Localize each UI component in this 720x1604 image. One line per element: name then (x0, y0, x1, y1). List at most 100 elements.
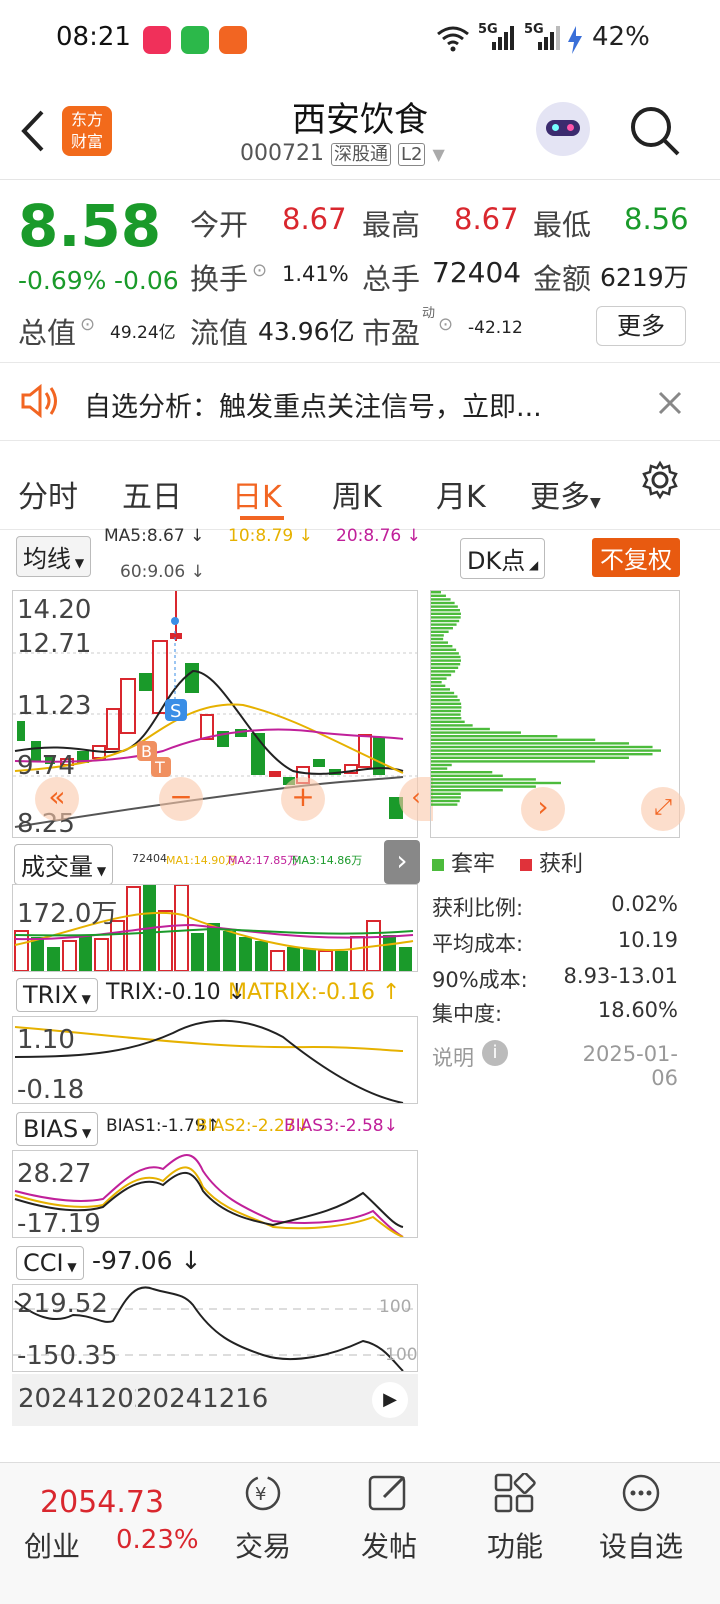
chip-bar (431, 663, 461, 666)
tab-weekly-k[interactable]: 周K (332, 472, 382, 516)
status-bar: 08:21 5G 5G 42% (0, 0, 720, 80)
tab-more-label: 更多 (530, 480, 590, 515)
explain-label[interactable]: 说明 (432, 1042, 474, 1072)
tab-daily-k[interactable]: 日K (232, 472, 282, 516)
index-name[interactable]: 创业 (24, 1525, 80, 1565)
charging-icon (568, 26, 582, 54)
chip-bar (431, 666, 459, 669)
trix-value: TRIX:-0.10 ↓ (106, 980, 247, 1005)
dropdown-arrow-icon: ▼ (590, 495, 601, 511)
bias-indicator-select[interactable]: BIAS ▼ (16, 1112, 99, 1146)
stock-code-line[interactable]: 000721 深股通 L2 ▼ (240, 140, 445, 166)
chip-legend: 套牢 获利 (432, 846, 583, 878)
level-badge: L2 (397, 143, 426, 166)
robot-assistant-avatar[interactable] (536, 102, 590, 156)
chip-bar (431, 681, 442, 684)
chip-bar (431, 655, 461, 659)
stock-code: 000721 (240, 141, 324, 166)
play-icon[interactable]: ▶ (372, 1382, 408, 1418)
watchlist-settings-button[interactable]: 设自选 (586, 1473, 696, 1565)
tab-five-day[interactable]: 五日 (122, 472, 182, 516)
notice-bar[interactable]: 自选分析：触发重点关注信号，立即... (0, 363, 720, 441)
ma60-text: 60:9.06 (120, 562, 186, 582)
search-icon[interactable] (628, 104, 682, 158)
volume-bar (399, 947, 412, 971)
market-cap-info-icon[interactable]: ⊙ (80, 314, 95, 335)
pe-info-icon[interactable]: ⊙ (438, 314, 453, 335)
battery-level: 42% (592, 22, 650, 52)
date-label-2: 20241216 (136, 1384, 269, 1414)
low-label: 最低 (533, 208, 592, 242)
chip-bar (431, 803, 458, 806)
yen-cycle-icon: ¥ (245, 1475, 281, 1511)
volume-value: 72404 (432, 256, 522, 289)
more-quote-button[interactable]: 更多 (596, 306, 686, 346)
post-button[interactable]: 发帖 (334, 1473, 444, 1565)
chip-bar (431, 745, 653, 749)
cci-chart[interactable]: 219.52 -150.35 100 -100 (12, 1284, 418, 1372)
cci-value: -97.06 ↓ (92, 1246, 202, 1275)
trade-button[interactable]: ¥ 交易 (208, 1473, 318, 1565)
cci-indicator-select[interactable]: CCI ▼ (16, 1246, 84, 1280)
close-icon[interactable] (656, 389, 684, 417)
scroll-right-button[interactable]: › (521, 787, 565, 831)
avg-cost-label: 平均成本: (432, 932, 524, 956)
scroll-left-fast-button[interactable]: « (35, 777, 79, 821)
bias-chart[interactable]: 28.27 -17.19 (12, 1150, 418, 1239)
bias1-text: BIAS1:-1.79 (106, 1116, 206, 1136)
chip-bar (431, 742, 630, 745)
turnover-label: 换手 (190, 262, 249, 296)
trapped-label: 套牢 (451, 852, 496, 877)
low-value: 8.56 (624, 202, 689, 236)
chip-distribution-chart[interactable]: › ⤢ (430, 590, 685, 838)
chip-bar (431, 767, 448, 770)
bias-y-label-1: 28.27 (17, 1159, 92, 1189)
volume-indicator-select[interactable]: 成交量 ▼ (14, 844, 114, 885)
chat-app-icon (181, 26, 209, 54)
chip-bar (431, 691, 455, 695)
trix-chart[interactable]: 1.10 -0.18 (12, 1016, 418, 1105)
active-tab-indicator (240, 516, 284, 520)
functions-button[interactable]: 功能 (460, 1471, 570, 1565)
bias2-text: BIAS2:-2.27 (196, 1116, 296, 1136)
tab-intraday[interactable]: 分时 (18, 472, 78, 516)
trix-y-label-2: -0.18 (17, 1075, 85, 1105)
no-adjust-button[interactable]: 不复权 (592, 538, 680, 577)
hk-connect-badge: 深股通 (330, 143, 391, 166)
trix-text: TRIX:-0.10 (106, 980, 221, 1005)
kline-y-label-4: 9.74 (17, 751, 75, 781)
high-value: 8.67 (454, 202, 519, 236)
ma-select[interactable]: 均线 ▼ (16, 536, 92, 577)
chip-bar (431, 749, 661, 752)
dk-point-select[interactable]: DK点 ◢ (460, 538, 546, 579)
tab-more[interactable]: 更多▼ (530, 472, 601, 516)
chip-bar (431, 623, 457, 626)
trix-indicator-select[interactable]: TRIX ▼ (16, 978, 98, 1012)
chip-bar (431, 799, 460, 803)
expand-indicator-button[interactable]: › (384, 840, 420, 884)
grid-apps-icon (494, 1471, 536, 1513)
vol-ma1-label: MA1:14.90万 (166, 854, 237, 867)
cci-select-label: CCI (23, 1249, 64, 1277)
kline-chart[interactable]: S B T 14.20 12.71 11.23 9.74 8.25 « − + … (12, 590, 433, 839)
date-axis: 20241202 20241216 ▶ (12, 1374, 418, 1426)
volume-chart[interactable]: 172.0万 (12, 884, 418, 972)
svg-text:¥: ¥ (255, 1484, 266, 1505)
zoom-in-button[interactable]: + (281, 777, 325, 821)
tab-monthly-k[interactable]: 月K (436, 472, 486, 516)
float-cap-label: 流值 (190, 316, 249, 350)
ma20-value: 20:8.76 ↓ (336, 526, 421, 546)
zoom-out-button[interactable]: − (159, 777, 203, 821)
chip-bar (431, 709, 462, 713)
turnover-info-icon[interactable]: ⊙ (252, 260, 267, 281)
ma60-value: 60:9.06 ↓ (120, 562, 205, 582)
fullscreen-icon[interactable]: ⤢ (641, 787, 685, 831)
info-icon[interactable]: i (482, 1040, 508, 1066)
volume-bar (255, 941, 268, 971)
gear-icon[interactable] (640, 460, 680, 500)
cci-y-label-1: 219.52 (17, 1289, 108, 1319)
chip-bar (431, 673, 452, 677)
volume-bar (79, 935, 92, 971)
bottom-bar: 2054.73 创业 0.23% ¥ 交易 发帖 功能 设自选 (0, 1462, 720, 1604)
open-value: 8.67 (282, 202, 347, 236)
